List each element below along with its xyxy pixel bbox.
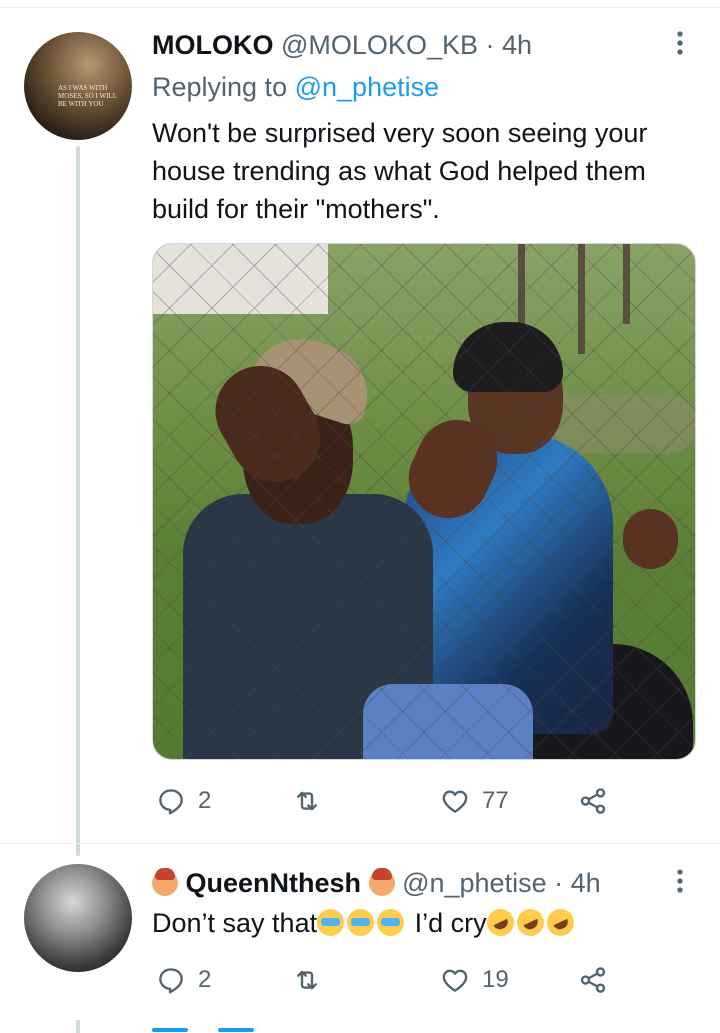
reply-count: 2 — [198, 966, 212, 993]
crying-face-emoji-icon — [347, 909, 375, 936]
avatar[interactable]: AS I WAS WITH MOSES, SO I WILL BE WITH Y… — [24, 32, 132, 140]
reply-button[interactable]: 2 — [156, 962, 211, 998]
replying-to: Replying to @n_phetise — [152, 70, 439, 104]
tweet-actions: 2 19 — [152, 962, 622, 998]
avatar-caption: AS I WAS WITH MOSES, SO I WILL BE WITH Y… — [58, 84, 117, 108]
rofl-emoji-icon — [542, 904, 579, 941]
separator-dot: · — [554, 868, 564, 898]
tweet-actions: 2 77 — [152, 783, 622, 819]
tweet-text: Don’t say that I’d cry — [152, 904, 579, 942]
next-tweet-peek — [152, 1024, 322, 1033]
display-name[interactable]: QueenNthesh — [186, 868, 362, 898]
like-count: 19 — [482, 966, 509, 993]
more-vertical-icon[interactable] — [668, 866, 692, 896]
retweet-button[interactable] — [292, 783, 334, 819]
share-button[interactable] — [578, 783, 608, 819]
tweet-text: Won't be surprised very soon seeing your… — [152, 118, 648, 224]
rofl-emoji-icon — [482, 904, 519, 941]
tweet-header: MOLOKO @MOLOKO_KB · 4h — [152, 28, 532, 62]
share-icon — [580, 967, 606, 993]
tweet-thread: AS I WAS WITH MOSES, SO I WILL BE WITH Y… — [0, 0, 720, 1033]
retweet-icon — [297, 791, 317, 811]
retweet-icon — [297, 970, 317, 990]
tweet-text-part: I’d cry — [414, 908, 487, 938]
reply-icon — [159, 968, 183, 994]
tweet-divider — [0, 843, 720, 844]
user-handle[interactable]: @MOLOKO_KB — [281, 30, 478, 60]
like-button[interactable]: 19 — [440, 962, 509, 998]
crying-face-emoji-icon — [377, 909, 405, 936]
tweet-header: QueenNthesh @n_phetise · 4h — [152, 866, 601, 900]
user-handle[interactable]: @n_phetise — [402, 868, 547, 898]
princess-emoji-icon — [152, 868, 178, 896]
mention-link[interactable]: @n_phetise — [295, 72, 440, 102]
reply-button[interactable]: 2 — [156, 783, 211, 819]
reply-count: 2 — [198, 787, 212, 814]
like-button[interactable]: 77 — [440, 783, 509, 819]
timestamp[interactable]: 4h — [502, 30, 532, 60]
crying-face-emoji-icon — [317, 909, 345, 936]
separator-dot: · — [485, 30, 495, 60]
thread-connector-bottom — [76, 1020, 80, 1033]
tweet-text-part: Don’t say that — [152, 908, 318, 938]
thread-connector — [76, 146, 80, 856]
princess-emoji-icon — [368, 868, 395, 896]
avatar[interactable] — [24, 864, 132, 972]
timestamp[interactable]: 4h — [571, 868, 601, 898]
tweet-photo[interactable] — [152, 243, 696, 760]
retweet-button[interactable] — [292, 962, 334, 998]
more-vertical-icon[interactable] — [668, 28, 692, 58]
top-divider — [0, 0, 720, 8]
display-name[interactable]: MOLOKO — [152, 30, 274, 60]
heart-icon — [442, 790, 468, 813]
reply-icon — [159, 789, 183, 815]
replying-to-label: Replying to — [152, 72, 288, 102]
heart-icon — [442, 969, 468, 992]
share-button[interactable] — [578, 962, 608, 998]
rofl-emoji-icon — [512, 904, 549, 941]
share-icon — [580, 788, 606, 814]
like-count: 77 — [482, 787, 509, 814]
